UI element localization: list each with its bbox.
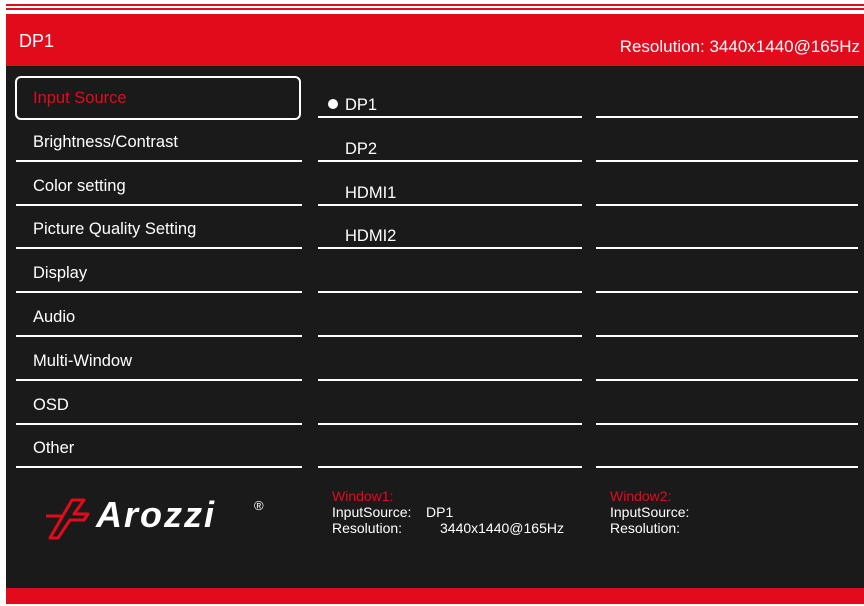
arozzi-logo-icon [46,498,90,540]
menu-item-osd[interactable]: OSD [15,383,301,427]
window2-info: Window2: InputSource: Resolution: [610,488,850,536]
brand-name: Arozzi [96,494,216,535]
window1-info: Window1: InputSource: DP1 Resolution: 34… [332,488,592,536]
option-divider [318,335,582,337]
menu-divider [16,204,302,206]
window1-title: Window1: [332,488,394,504]
value-divider [596,379,858,381]
option-label: HDMI2 [345,227,397,245]
menu-item-label: OSD [33,396,69,414]
window2-title: Window2: [610,488,672,504]
menu-item-label: Display [33,264,88,282]
menu-divider [16,335,302,337]
value-divider [596,247,858,249]
menu-divider [16,423,302,425]
window1-input-value: DP1 [426,504,454,520]
option-label: HDMI1 [345,184,397,202]
menu-item-display[interactable]: Display [15,251,301,295]
footer-bar [6,588,864,604]
value-divider [596,116,858,118]
menu-item-color-setting[interactable]: Color setting [15,164,301,208]
option-divider [318,423,582,425]
option-dp2[interactable]: DP2 [318,128,582,172]
selected-dot-icon [328,99,338,109]
menu-item-label: Other [33,439,75,457]
registered-mark: ® [254,498,264,513]
value-divider [596,335,858,337]
option-dp1[interactable]: DP1 [318,84,582,128]
osd-header: DP1 Resolution: 3440x1440@165Hz [6,14,864,66]
window1-resolution-label: Resolution: [332,520,403,536]
menu-divider [16,466,302,468]
option-label: DP1 [345,96,378,114]
option-divider [318,247,582,249]
top-stripe-2 [6,8,864,10]
menu-item-label: Picture Quality Setting [33,220,197,238]
window2-resolution-label: Resolution: [610,520,681,536]
option-label: DP2 [345,140,378,158]
option-divider [318,466,582,468]
window1-resolution-value: 3440x1440@165Hz [440,520,564,536]
menu-divider [16,160,302,162]
menu-item-brightness-contrast[interactable]: Brightness/Contrast [15,120,301,164]
option-divider [318,291,582,293]
menu-item-label: Audio [33,308,76,326]
osd-screen: DP1 Resolution: 3440x1440@165Hz Input So… [6,14,864,604]
option-divider [318,379,582,381]
current-source: DP1 [19,31,55,51]
window1-input-label: InputSource: [332,504,412,520]
menu-item-audio[interactable]: Audio [15,295,301,339]
value-divider [596,466,858,468]
value-divider [596,291,858,293]
menu-item-other[interactable]: Other [15,426,301,470]
menu-item-picture-quality[interactable]: Picture Quality Setting [15,207,301,251]
menu-item-label: Color setting [33,177,126,195]
menu-item-label: Multi-Window [33,352,133,370]
menu-divider [16,379,302,381]
option-divider [318,204,582,206]
window2-input-label: InputSource: [610,504,690,520]
value-divider [596,204,858,206]
current-resolution: Resolution: 3440x1440@165Hz [619,37,860,56]
value-divider [596,423,858,425]
option-hdmi2[interactable]: HDMI2 [318,215,582,259]
arozzi-logo: Arozzi ® [44,492,284,552]
menu-item-label: Input Source [33,89,127,107]
option-divider [318,160,582,162]
menu-item-label: Brightness/Contrast [33,133,178,151]
menu-item-multi-window[interactable]: Multi-Window [15,339,301,383]
top-stripe-1 [6,4,864,6]
menu-divider [16,291,302,293]
option-divider [318,116,582,118]
option-hdmi1[interactable]: HDMI1 [318,172,582,216]
menu-divider [16,247,302,249]
value-divider [596,160,858,162]
menu-item-input-source[interactable]: Input Source [15,76,301,120]
